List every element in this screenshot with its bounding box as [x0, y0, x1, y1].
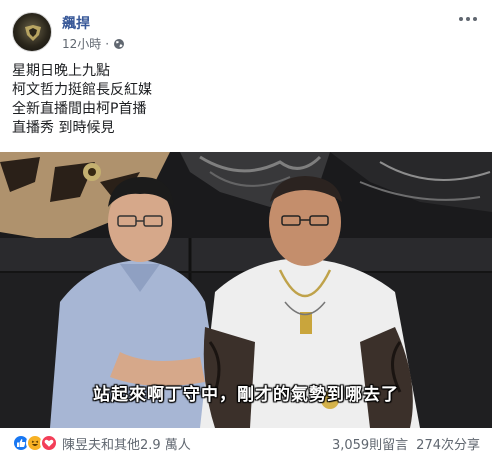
- post-text-line: 直播秀 到時候見: [12, 120, 115, 136]
- avatar-logo-icon: [25, 25, 41, 41]
- post-footer: 陳昱夫和其他2.9 萬人 3,059則留言 274次分享: [12, 430, 480, 456]
- post-time[interactable]: 12小時: [62, 35, 101, 52]
- reactions-text[interactable]: 陳昱夫和其他2.9 萬人: [62, 434, 191, 453]
- post-header: 飆捍 12小時 ·: [12, 10, 480, 54]
- post-text-line: 全新直播間由柯P首播: [12, 101, 147, 117]
- reactions-summary[interactable]: 陳昱夫和其他2.9 萬人: [12, 434, 191, 453]
- love-icon: [40, 434, 58, 452]
- post-text-line: 星期日晚上九點: [12, 63, 110, 79]
- video-subtitle: 站起來啊丁守中，剛才的氣勢到哪去了: [93, 385, 399, 405]
- post-text: 星期日晚上九點 柯文哲力挺館長反紅媒 全新直播間由柯P首播 直播秀 到時候見: [12, 62, 472, 138]
- shares-count[interactable]: 274次分享: [416, 434, 480, 453]
- author-avatar[interactable]: [12, 12, 52, 52]
- author-name[interactable]: 飆捍: [62, 13, 90, 33]
- meta-separator: ·: [105, 36, 110, 51]
- post-card: 飆捍 12小時 · 星期日晚上九點 柯文哲力挺館長反紅媒 全新直播間由柯P首播 …: [0, 0, 492, 458]
- post-text-line: 柯文哲力挺館長反紅媒: [12, 82, 152, 98]
- globe-icon[interactable]: [113, 38, 125, 50]
- video-player[interactable]: 站起來啊丁守中，剛才的氣勢到哪去了: [0, 152, 492, 428]
- more-options-icon[interactable]: [458, 12, 478, 26]
- engagement-counts: 3,059則留言 274次分享: [332, 434, 480, 453]
- comments-count[interactable]: 3,059則留言: [332, 434, 408, 453]
- post-meta: 12小時 ·: [62, 35, 125, 52]
